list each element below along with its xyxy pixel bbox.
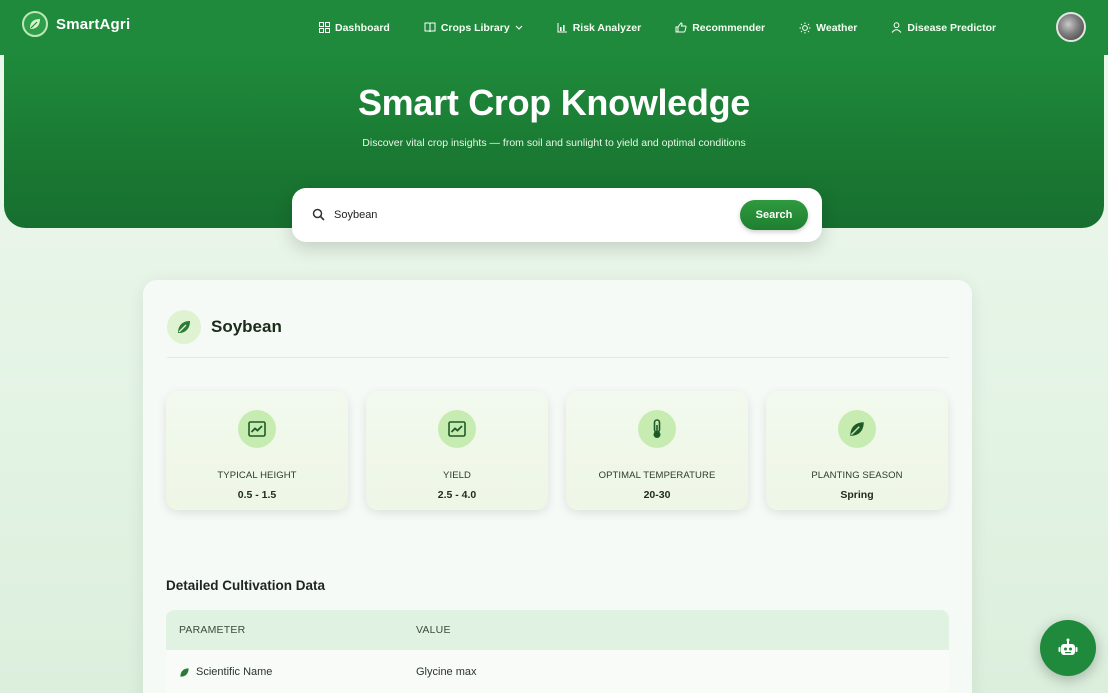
- nav-weather-label: Weather: [816, 21, 858, 34]
- nav-weather[interactable]: Weather: [799, 22, 857, 34]
- chevron-down-icon: [515, 25, 523, 30]
- stat-value: 2.5 - 4.0: [437, 489, 477, 501]
- parameter-name: Scientific Name: [196, 666, 273, 678]
- nav-crops-library-label: Crops Library: [440, 21, 510, 34]
- column-header-parameter: PARAMETER: [179, 624, 246, 636]
- stat-value: 20-30: [643, 489, 671, 501]
- column-header-value: VALUE: [416, 624, 451, 636]
- stat-label: YIELD: [443, 470, 471, 481]
- crop-details-card: Soybean TYPICAL HEIGHT 0.5 - 1.5 YIELD 2…: [143, 280, 972, 693]
- table-row: Scientific Name Glycine max: [166, 650, 949, 693]
- nav-dashboard-label: Dashboard: [335, 21, 390, 34]
- stat-label: PLANTING SEASON: [811, 470, 903, 481]
- stat-value: Spring: [840, 489, 874, 501]
- nav-risk-analyzer-label: Risk Analyzer: [572, 21, 642, 34]
- crop-header: Soybean: [167, 310, 282, 344]
- book-icon: [424, 22, 436, 33]
- trend-icon: [238, 410, 276, 448]
- trend-icon: [438, 410, 476, 448]
- stat-optimal-temperature: OPTIMAL TEMPERATURE 20-30: [566, 391, 748, 510]
- nav-recommender-label: Recommender: [692, 21, 766, 34]
- leaf-icon: [838, 410, 876, 448]
- top-navbar: SmartAgri Dashboard Crops Library Risk A…: [0, 0, 1108, 55]
- table-cell-value: Glycine max: [416, 666, 477, 678]
- leaf-logo-icon: [22, 11, 48, 37]
- user-avatar[interactable]: [1056, 12, 1086, 42]
- robot-icon: [1058, 638, 1078, 655]
- page-title: Smart Crop Knowledge: [357, 82, 751, 123]
- stat-label: TYPICAL HEIGHT: [217, 470, 297, 481]
- leaf-icon: [180, 667, 189, 677]
- nav-dashboard[interactable]: Dashboard: [319, 22, 390, 34]
- table-header: PARAMETER VALUE: [166, 610, 949, 650]
- search-input[interactable]: [334, 205, 714, 225]
- section-title: Detailed Cultivation Data: [166, 578, 326, 593]
- stat-label: OPTIMAL TEMPERATURE: [598, 470, 716, 481]
- nav-risk-analyzer[interactable]: Risk Analyzer: [557, 22, 641, 34]
- brand[interactable]: SmartAgri: [22, 11, 130, 37]
- chatbot-button[interactable]: [1040, 620, 1096, 676]
- table-cell-parameter: Scientific Name: [166, 666, 416, 678]
- header-divider: [167, 357, 949, 358]
- brand-name: SmartAgri: [56, 15, 131, 33]
- nav-disease-predictor-label: Disease Predictor: [907, 21, 997, 34]
- thumbs-up-icon: [675, 22, 687, 33]
- stat-value: 0.5 - 1.5: [237, 489, 277, 501]
- crop-name: Soybean: [211, 317, 282, 336]
- sun-icon: [799, 22, 811, 33]
- thermometer-icon: [638, 410, 676, 448]
- cultivation-table: PARAMETER VALUE Scientific Name Glycine …: [166, 610, 949, 693]
- page-subtitle: Discover vital crop insights — from soil…: [362, 137, 746, 149]
- stat-planting-season: PLANTING SEASON Spring: [766, 391, 948, 510]
- search-icon: [312, 208, 325, 221]
- grid-icon: [319, 22, 330, 33]
- stat-yield: YIELD 2.5 - 4.0: [366, 391, 548, 510]
- nav-crops-library[interactable]: Crops Library: [424, 22, 523, 34]
- chart-icon: [557, 23, 567, 33]
- nav-recommender[interactable]: Recommender: [675, 22, 765, 34]
- stat-typical-height: TYPICAL HEIGHT 0.5 - 1.5: [166, 391, 348, 510]
- search-bar: Search: [292, 188, 822, 242]
- search-button[interactable]: Search: [740, 200, 808, 230]
- leaf-icon: [167, 310, 201, 344]
- nav-disease-predictor[interactable]: Disease Predictor: [891, 22, 996, 34]
- user-icon: [892, 22, 902, 33]
- nav-links: Dashboard Crops Library Risk Analyzer Re…: [319, 0, 1030, 55]
